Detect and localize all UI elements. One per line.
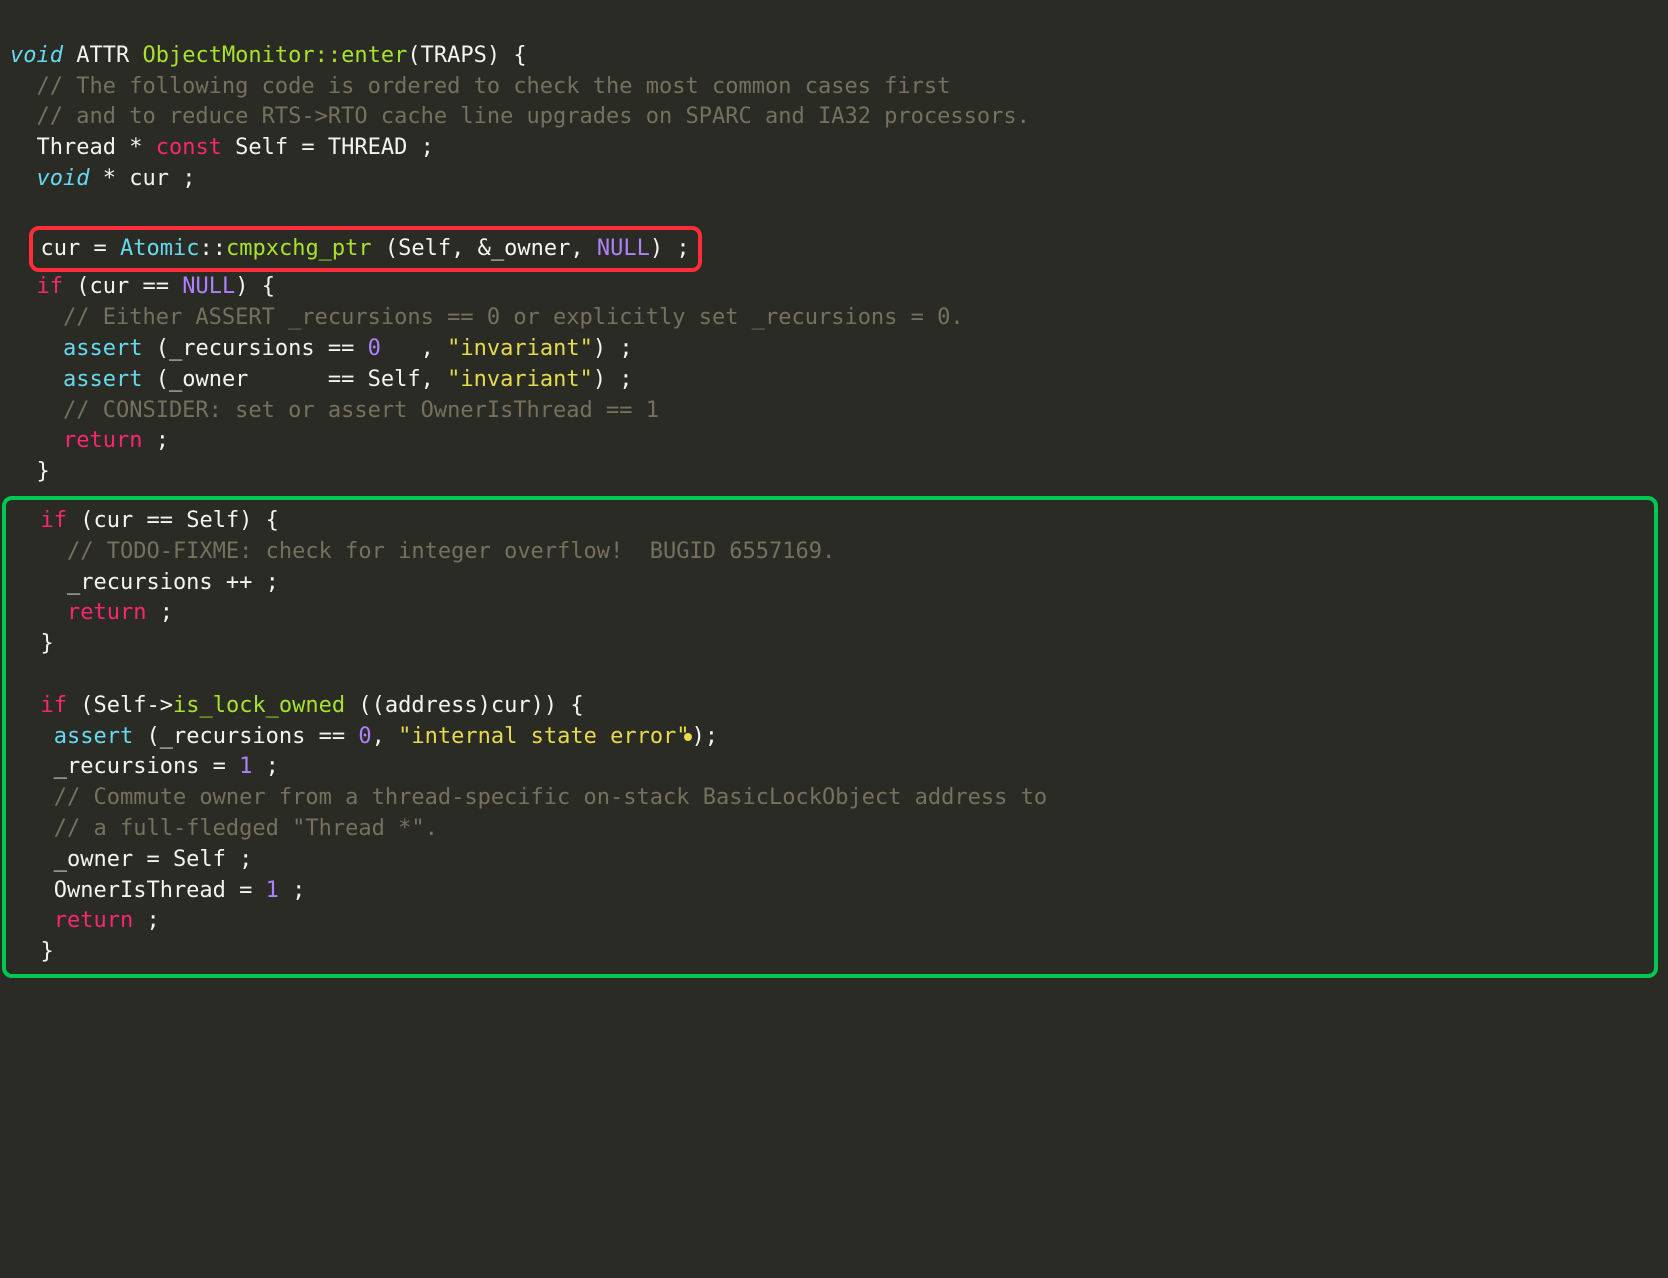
kw-void: void xyxy=(10,43,63,68)
comment-3: // Either ASSERT _recursions == 0 or exp… xyxy=(10,305,964,330)
line-void-cur: void * cur ; xyxy=(10,166,195,191)
line-assert-1: assert (_recursions == 0 , "invariant") … xyxy=(10,336,633,361)
line-return-1: return ; xyxy=(10,428,169,453)
caret-icon xyxy=(684,733,692,741)
line-if-lockowned: if (Self->is_lock_owned ((address)cur)) … xyxy=(14,693,584,718)
line-assert-3: assert (_recursions == 0, "internal stat… xyxy=(14,724,718,749)
comment-4: // CONSIDER: set or assert OwnerIsThread… xyxy=(10,398,659,423)
comment-2: // and to reduce RTS->RTO cache line upg… xyxy=(10,104,1030,129)
line-self-decl: Thread * const Self = THREAD ; xyxy=(10,135,434,160)
highlight-green-box: if (cur == Self) { // TODO-FIXME: check … xyxy=(2,496,1658,978)
brace-close-3: } xyxy=(14,939,54,964)
comment-1: // The following code is ordered to chec… xyxy=(10,74,950,99)
line-assert-2: assert (_owner == Self, "invariant") ; xyxy=(10,367,633,392)
line-signature: void ATTR ObjectMonitor::enter(TRAPS) { xyxy=(10,43,527,68)
line-return-2: return ; xyxy=(14,600,173,625)
comment-7: // a full-fledged "Thread *". xyxy=(14,816,438,841)
line-return-3: return ; xyxy=(14,908,160,933)
line-if-self: if (cur == Self) { xyxy=(14,508,279,533)
brace-close-1: } xyxy=(10,459,50,484)
line-if-null: if (cur == NULL) { xyxy=(10,274,275,299)
line-owner-is-thread: OwnerIsThread = 1 ; xyxy=(14,878,305,903)
code-block: void ATTR ObjectMonitor::enter(TRAPS) { … xyxy=(0,0,1668,1019)
line-owner-self: _owner = Self ; xyxy=(14,847,252,872)
comment-5: // TODO-FIXME: check for integer overflo… xyxy=(14,539,835,564)
brace-close-2: } xyxy=(14,631,54,656)
comment-6: // Commute owner from a thread-specific … xyxy=(14,785,1047,810)
line-rec-1: _recursions = 1 ; xyxy=(14,754,279,779)
highlight-red-box: cur = Atomic::cmpxchg_ptr (Self, &_owner… xyxy=(29,226,702,273)
line-rec-inc: _recursions ++ ; xyxy=(14,570,279,595)
